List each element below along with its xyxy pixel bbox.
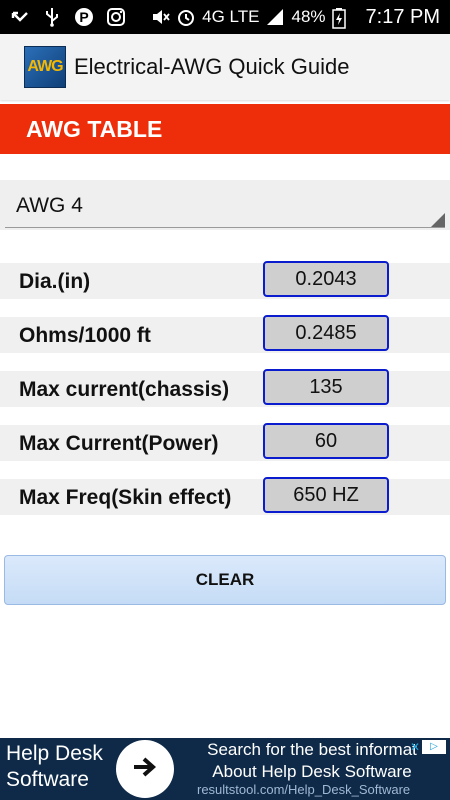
arrow-right-icon	[132, 756, 158, 783]
instagram-icon	[106, 7, 126, 27]
ad-banner[interactable]: Help Desk Software Search for the best i…	[0, 738, 450, 800]
ad-description-line2: About Help Desk Software	[212, 762, 412, 781]
missed-call-icon	[10, 7, 30, 27]
app-bar: AWG Electrical-AWG Quick Guide	[0, 34, 450, 100]
mute-icon	[150, 7, 170, 27]
property-value: 650 HZ	[263, 477, 389, 513]
property-row-max-current-power: Max Current(Power) 60	[0, 423, 450, 461]
status-bar: P 4G LTE 48% 7:17 PM	[0, 0, 450, 34]
clear-button[interactable]: CLEAR	[4, 555, 446, 605]
ad-description[interactable]: Search for the best informat About Help …	[182, 739, 442, 783]
battery-charging-icon	[331, 7, 352, 29]
property-row-resistance: Ohms/1000 ft 0.2485	[0, 315, 450, 353]
alarm-icon	[176, 7, 196, 27]
ad-description-line1: Search for the best informat	[207, 740, 417, 759]
ad-title[interactable]: Help Desk Software	[6, 741, 116, 793]
property-label: Dia.(in)	[19, 270, 91, 293]
property-row-max-current-chassis: Max current(chassis) 135	[0, 369, 450, 407]
property-label: Max Freq(Skin effect)	[19, 486, 232, 509]
dropdown-arrow-icon	[431, 213, 445, 227]
system-indicators: 4G LTE 48% 7:17 PM	[150, 0, 440, 34]
pinterest-icon: P	[74, 7, 94, 27]
app-title: Electrical-AWG Quick Guide	[74, 54, 350, 79]
dropdown-underline	[5, 227, 445, 228]
app-logo: AWG	[24, 46, 66, 88]
property-value: 60	[263, 423, 389, 459]
clock: 7:17 PM	[365, 5, 440, 28]
network-type: 4G LTE	[202, 7, 260, 26]
property-row-diameter: Dia.(in) 0.2043	[0, 261, 450, 299]
selected-gauge: AWG 4	[16, 194, 83, 217]
notification-icons: P	[0, 7, 126, 27]
battery-percent: 48%	[291, 7, 326, 26]
property-label: Max Current(Power)	[19, 432, 219, 455]
ad-close-icon[interactable]: ✕	[410, 740, 420, 754]
ad-open-button[interactable]	[116, 740, 174, 798]
property-value: 0.2043	[263, 261, 389, 297]
awg-gauge-dropdown[interactable]: AWG 4	[0, 180, 450, 230]
section-header: AWG TABLE	[0, 104, 450, 154]
ad-choices-icon[interactable]: ▷	[422, 740, 446, 754]
svg-text:P: P	[79, 9, 88, 25]
property-value: 0.2485	[263, 315, 389, 351]
usb-icon	[42, 7, 62, 27]
property-label: Ohms/1000 ft	[19, 324, 151, 347]
property-label: Max current(chassis)	[19, 378, 230, 401]
property-value: 135	[263, 369, 389, 405]
signal-icon	[265, 7, 285, 27]
property-row-max-frequency: Max Freq(Skin effect) 650 HZ	[0, 477, 450, 515]
ad-url[interactable]: resultstool.com/Help_Desk_Software	[197, 782, 410, 797]
